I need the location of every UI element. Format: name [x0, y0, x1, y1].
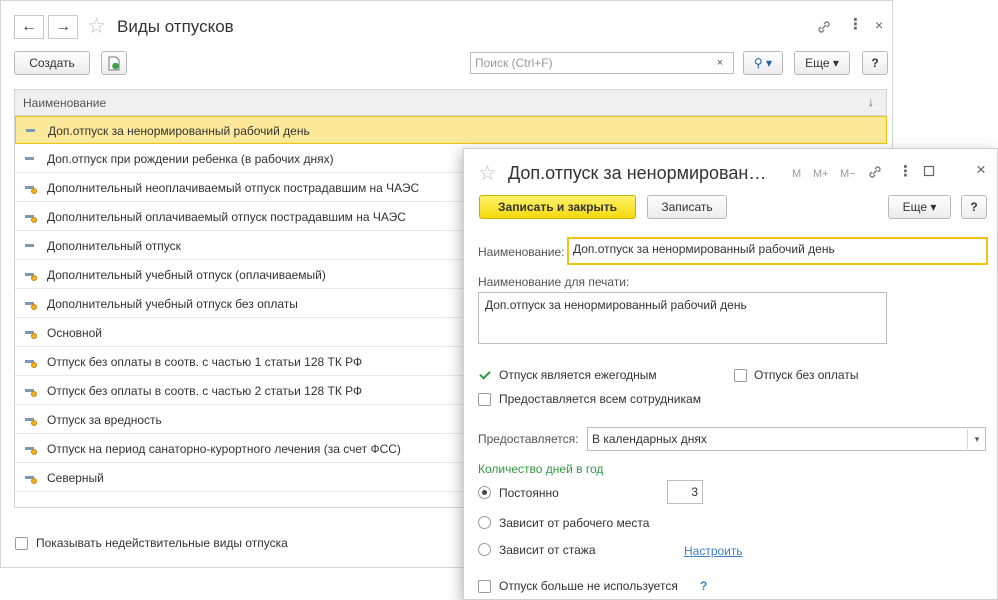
export-button[interactable]: [101, 51, 127, 75]
sort-arrow-icon[interactable]: ↓: [868, 95, 874, 109]
provided-select[interactable]: В календарных днях: [587, 427, 986, 451]
save-button[interactable]: Записать: [647, 195, 727, 219]
row-label: Доп.отпуск при рождении ребенка (в рабоч…: [47, 152, 334, 166]
row-label: Дополнительный учебный отпуск (оплачивае…: [47, 268, 326, 282]
help-question-icon[interactable]: ?: [700, 579, 707, 593]
detail-window: ☆ Доп.отпуск за ненормирован… M M+ M− ⋮ …: [463, 148, 998, 600]
show-invalid-checkbox[interactable]: [15, 537, 28, 550]
radio-constant-label: Постоянно: [499, 486, 559, 500]
configure-link[interactable]: Настроить: [684, 544, 743, 558]
search-input[interactable]: Поиск (Ctrl+F): [470, 52, 734, 74]
table-row[interactable]: Доп.отпуск за ненормированный рабочий де…: [15, 116, 887, 144]
name-input[interactable]: Доп.отпуск за ненормированный рабочий де…: [567, 237, 988, 265]
more-menu-button[interactable]: Еще ▾: [888, 195, 951, 219]
create-button[interactable]: Создать: [14, 51, 90, 75]
row-label: Дополнительный неоплачиваемый отпуск пос…: [47, 181, 420, 195]
predefined-item-icon: [24, 445, 38, 455]
row-label: Основной: [47, 326, 103, 340]
unpaid-leave-label: Отпуск без оплаты: [754, 368, 859, 382]
predefined-item-icon: [24, 271, 38, 281]
more-vertical-icon[interactable]: ⋮: [898, 164, 913, 180]
detail-title: Доп.отпуск за ненормирован…: [508, 163, 767, 183]
row-label: Дополнительный оплачиваемый отпуск постр…: [47, 210, 406, 224]
link-icon[interactable]: [867, 164, 883, 184]
days-count-input[interactable]: 3: [667, 480, 703, 504]
memory-plus-button[interactable]: M+: [813, 166, 829, 182]
radio-seniority[interactable]: [478, 543, 491, 556]
not-used-checkbox[interactable]: [478, 580, 491, 593]
predefined-item-icon: [24, 358, 38, 368]
predefined-item-icon: [24, 416, 38, 426]
all-employees-label: Предоставляется всем сотрудникам: [499, 392, 701, 406]
row-label: Доп.отпуск за ненормированный рабочий де…: [48, 124, 310, 138]
close-icon[interactable]: ×: [976, 161, 986, 178]
maximize-icon[interactable]: [923, 165, 935, 181]
chevron-down-icon[interactable]: ▾: [967, 429, 986, 449]
item-icon: [25, 127, 39, 137]
save-and-close-button[interactable]: Записать и закрыть: [479, 195, 636, 219]
days-per-year-section-title: Количество дней в год: [478, 462, 604, 476]
more-menu-button[interactable]: Еще ▾: [794, 51, 850, 75]
annual-leave-label: Отпуск является ежегодным: [499, 368, 657, 382]
predefined-item-icon: [24, 387, 38, 397]
not-used-label: Отпуск больше не используется: [499, 579, 678, 593]
back-button[interactable]: ←: [14, 15, 44, 39]
print-name-textarea[interactable]: Доп.отпуск за ненормированный рабочий де…: [478, 292, 887, 344]
predefined-item-icon: [24, 213, 38, 223]
annual-leave-checkbox[interactable]: [478, 368, 491, 381]
print-name-label: Наименование для печати:: [478, 275, 630, 289]
row-label: Отпуск без оплаты в соотв. с частью 2 ст…: [47, 384, 363, 398]
show-invalid-label: Показывать недействительные виды отпуска: [36, 536, 288, 550]
more-vertical-icon[interactable]: ⋮: [848, 17, 863, 33]
radio-seniority-label: Зависит от стажа: [499, 543, 596, 557]
predefined-item-icon: [24, 300, 38, 310]
unpaid-leave-checkbox[interactable]: [734, 369, 747, 382]
search-clear-icon[interactable]: ×: [709, 54, 731, 72]
row-label: Дополнительный учебный отпуск без оплаты: [47, 297, 298, 311]
table-header: Наименование ↓: [14, 89, 887, 116]
memory-minus-button[interactable]: M−: [840, 166, 856, 182]
predefined-item-icon: [24, 329, 38, 339]
row-label: Дополнительный отпуск: [47, 239, 181, 253]
link-icon[interactable]: [816, 19, 832, 39]
favorite-star-icon[interactable]: ☆: [478, 163, 497, 185]
all-employees-checkbox[interactable]: [478, 393, 491, 406]
search-button[interactable]: ⚲ ▾: [743, 51, 783, 75]
row-label: Отпуск на период санаторно-курортного ле…: [47, 442, 401, 456]
memory-m-button[interactable]: M: [792, 166, 801, 182]
page-title: Виды отпусков: [117, 17, 234, 36]
close-icon[interactable]: ×: [875, 17, 883, 33]
item-icon: [24, 242, 38, 252]
help-button[interactable]: ?: [862, 51, 888, 75]
radio-constant[interactable]: [478, 486, 491, 499]
row-label: Северный: [47, 471, 104, 485]
predefined-item-icon: [24, 474, 38, 484]
predefined-item-icon: [24, 184, 38, 194]
row-label: Отпуск без оплаты в соотв. с частью 1 ст…: [47, 355, 363, 369]
help-button[interactable]: ?: [961, 195, 987, 219]
radio-workplace-label: Зависит от рабочего места: [499, 516, 650, 530]
forward-button[interactable]: →: [48, 15, 78, 39]
provided-label: Предоставляется:: [478, 432, 579, 446]
row-label: Отпуск за вредность: [47, 413, 162, 427]
item-icon: [24, 155, 38, 165]
radio-workplace[interactable]: [478, 516, 491, 529]
column-header-name[interactable]: Наименование: [23, 96, 106, 110]
document-green-icon: [108, 56, 121, 78]
name-label: Наименование:: [478, 245, 565, 259]
favorite-star-icon[interactable]: ☆: [87, 16, 106, 38]
